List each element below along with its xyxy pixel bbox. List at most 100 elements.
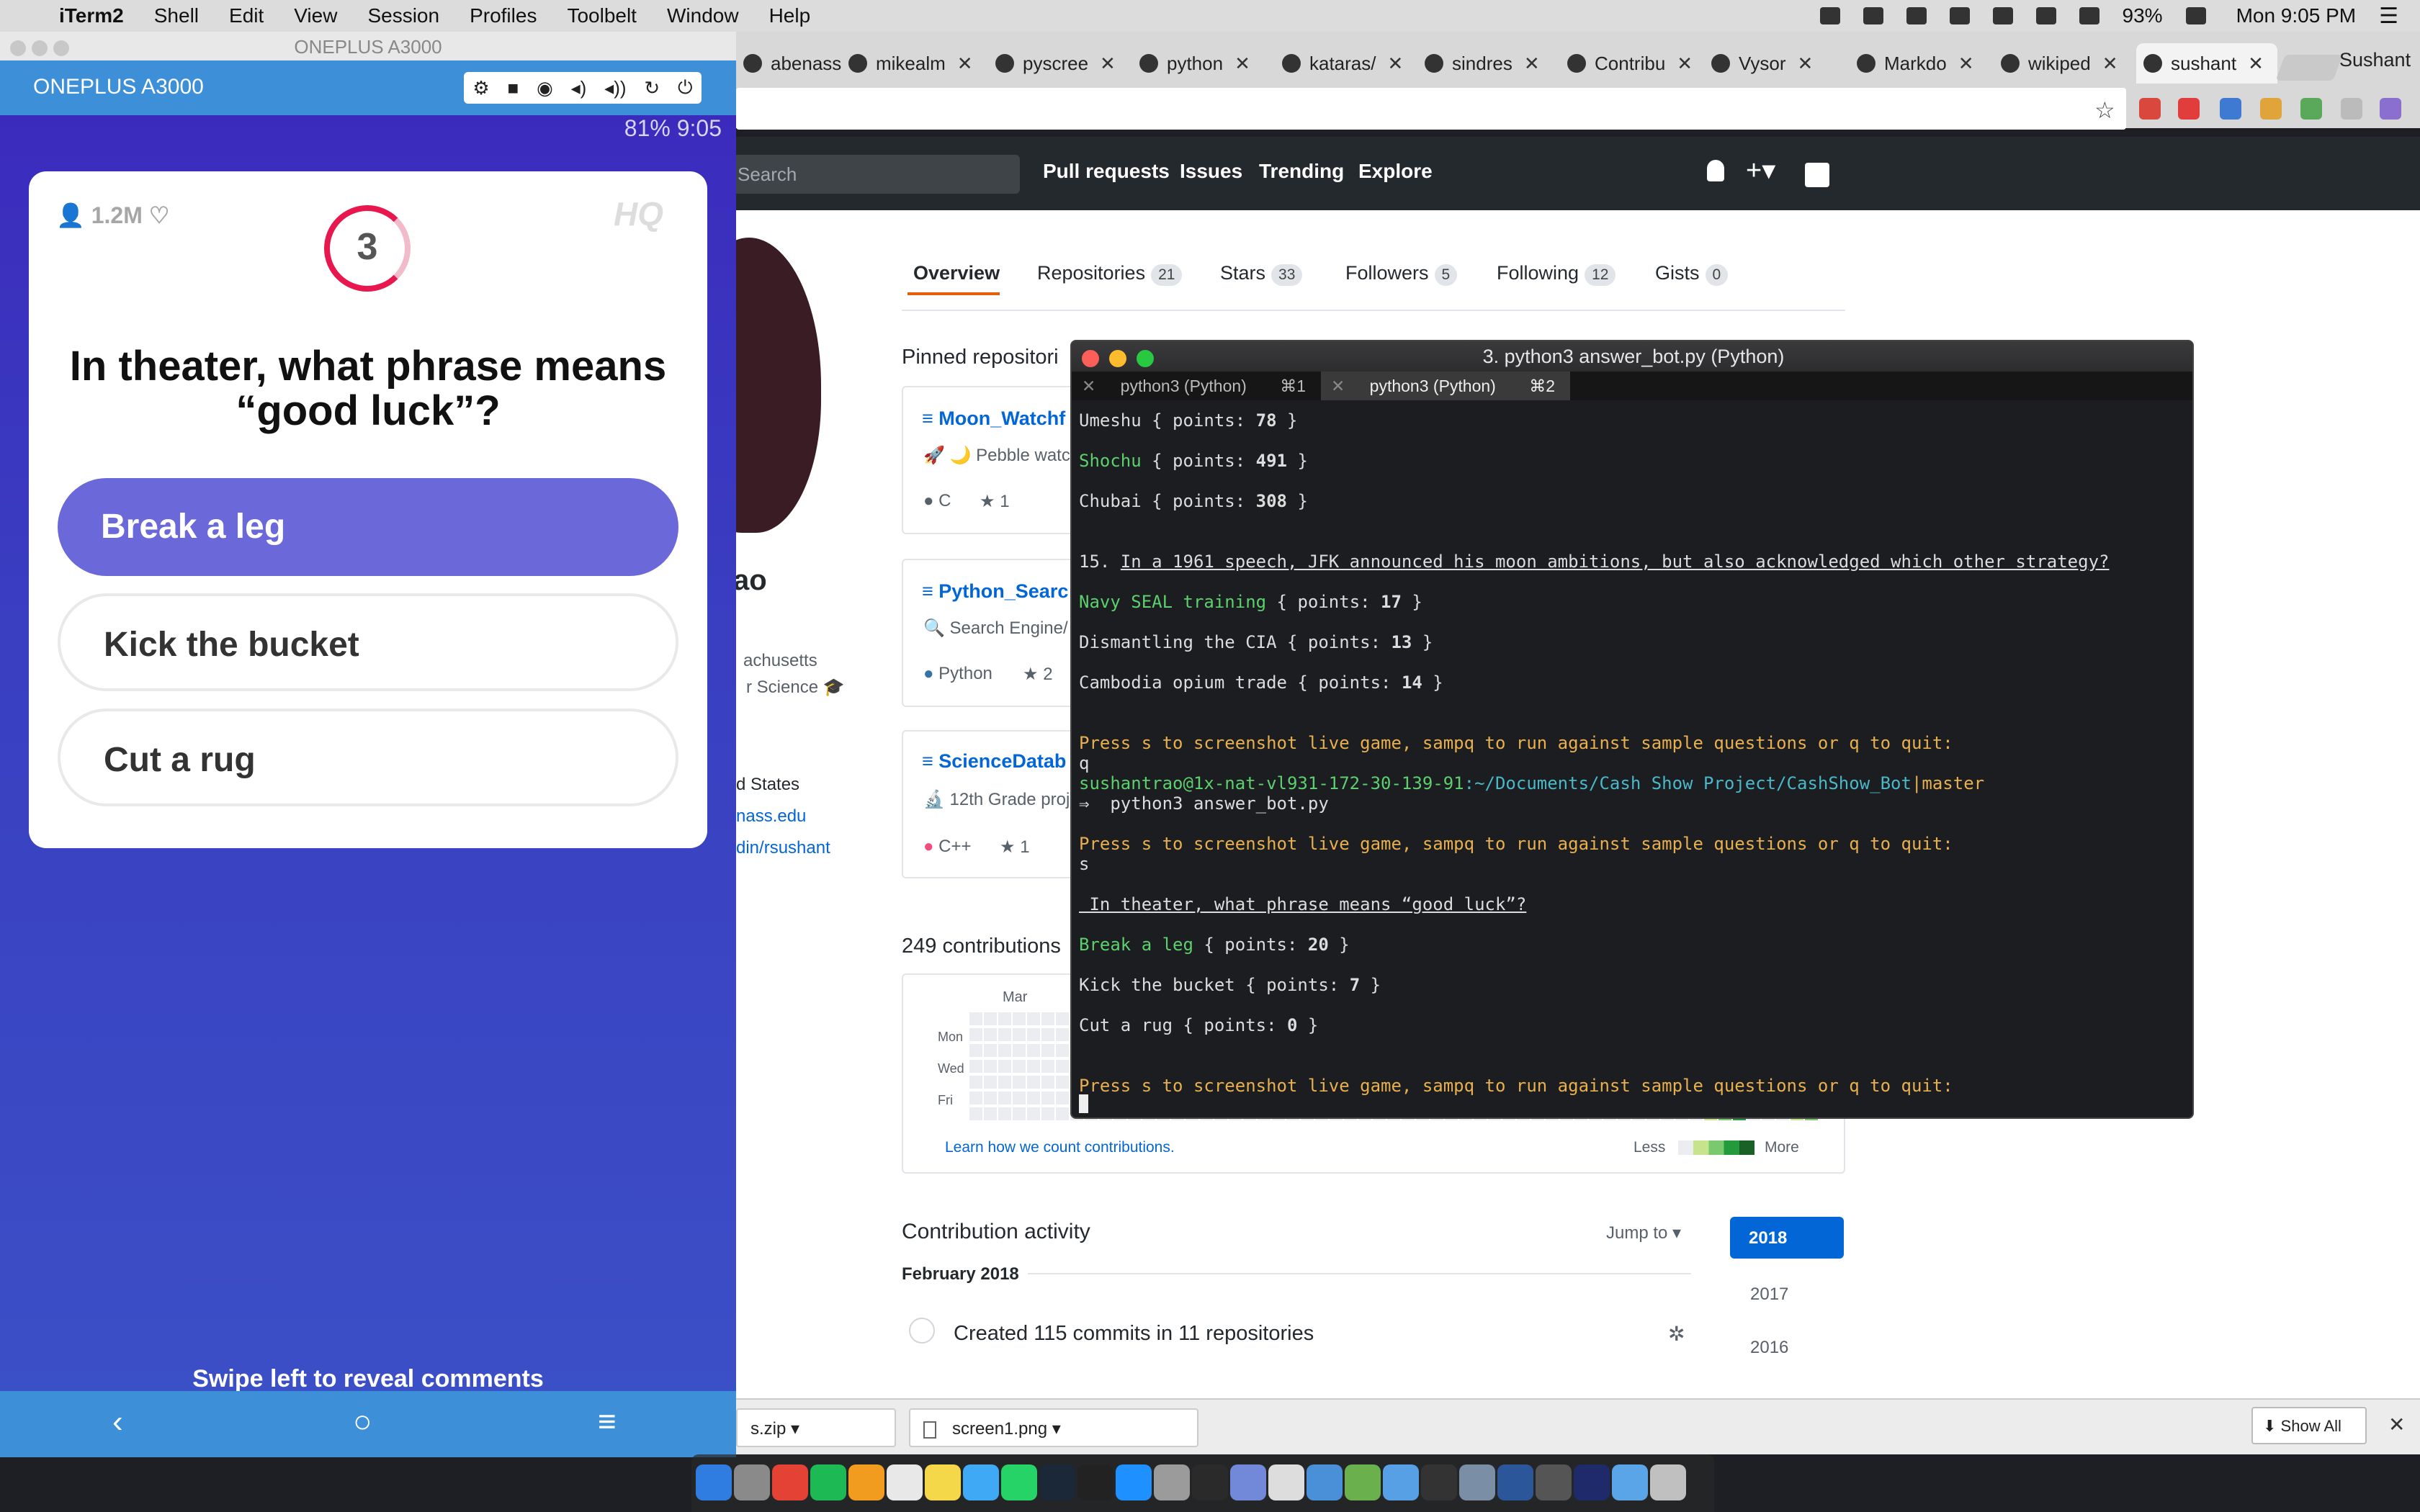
contribution-cell[interactable] — [969, 1076, 982, 1089]
expand-icon[interactable]: ✲ — [1668, 1322, 1685, 1346]
contribution-cell[interactable] — [1027, 1028, 1040, 1041]
github-nav-issues[interactable]: Issues — [1180, 160, 1242, 183]
menu-shell[interactable]: Shell — [154, 4, 199, 27]
close-window-icon[interactable] — [10, 40, 26, 56]
close-tab-icon[interactable]: ✕ — [2102, 53, 2118, 75]
battery-icon[interactable] — [2185, 7, 2206, 24]
contribution-cell[interactable] — [984, 1028, 997, 1041]
new-tab-button[interactable] — [2275, 55, 2343, 81]
dropbox-icon[interactable] — [1819, 7, 1840, 24]
zoom-window-icon[interactable] — [53, 40, 69, 56]
contribution-cell[interactable] — [1056, 1107, 1069, 1120]
word-icon[interactable] — [1497, 1464, 1533, 1500]
document-icon[interactable] — [1268, 1464, 1304, 1500]
battery-percent[interactable]: 93% — [2123, 4, 2163, 27]
menu-session[interactable]: Session — [367, 4, 439, 27]
menu-window[interactable]: Window — [667, 4, 739, 27]
contribution-cell[interactable] — [998, 1028, 1011, 1041]
settings-icon[interactable]: ⚙ — [472, 77, 489, 99]
github-nav-pull-requests[interactable]: Pull requests — [1043, 160, 1170, 183]
contribution-cell[interactable] — [1041, 1012, 1054, 1025]
github-nav-trending[interactable]: Trending — [1259, 160, 1344, 183]
contribution-cell[interactable] — [1027, 1060, 1040, 1073]
contribution-cell[interactable] — [1056, 1028, 1069, 1041]
contribution-cell[interactable] — [1013, 1092, 1026, 1104]
volume-down-icon[interactable]: ◂) — [571, 77, 587, 99]
contribution-cell[interactable] — [1056, 1092, 1069, 1104]
contribution-cell[interactable] — [984, 1044, 997, 1057]
terminal-icon[interactable] — [1077, 1464, 1113, 1500]
github-nav-explore[interactable]: Explore — [1358, 160, 1433, 183]
browser-tab[interactable]: Markdo ✕ — [1850, 43, 1991, 84]
spotify-icon[interactable] — [810, 1464, 846, 1500]
disk-utility-icon[interactable] — [1154, 1464, 1190, 1500]
extension-icon-colors[interactable] — [2260, 98, 2282, 120]
close-tab-icon[interactable]: ✕ — [1524, 53, 1540, 75]
user-avatar-menu[interactable] — [1805, 163, 1829, 187]
calendar-icon[interactable] — [887, 1464, 923, 1500]
contribution-cell[interactable] — [1041, 1044, 1054, 1057]
contribution-cell[interactable] — [1027, 1092, 1040, 1104]
contribution-cell[interactable] — [969, 1092, 982, 1104]
profile-linkedin-link[interactable]: din/rsushant — [736, 838, 830, 858]
contribution-cell[interactable] — [998, 1092, 1011, 1104]
contribution-cell[interactable] — [969, 1028, 982, 1041]
sync-icon[interactable] — [1906, 7, 1927, 24]
contribution-cell[interactable] — [998, 1107, 1011, 1120]
search-icon[interactable] — [1949, 7, 1970, 24]
profile-email-link[interactable]: nass.edu — [736, 806, 806, 827]
finder-icon[interactable] — [696, 1464, 732, 1500]
close-tab-icon[interactable]: ✕ — [1082, 377, 1095, 395]
close-tab-icon[interactable]: ✕ — [1798, 53, 1814, 75]
iterm-icon[interactable] — [1421, 1464, 1457, 1500]
extension-icon-grey[interactable] — [2341, 98, 2362, 120]
minimize-window-icon[interactable] — [32, 40, 48, 56]
browser-tab[interactable]: Vysor ✕ — [1704, 43, 1845, 84]
contribution-cell[interactable] — [1013, 1060, 1026, 1073]
answer-option[interactable]: Cut a rug — [58, 708, 678, 806]
downloads-folder-icon[interactable] — [1612, 1464, 1648, 1500]
adblock-icon[interactable] — [2178, 98, 2200, 120]
iterm-tab[interactable]: ✕ python3 (Python) ⌘1 — [1072, 372, 1321, 400]
extension-icon-green[interactable] — [2300, 98, 2322, 120]
activity-monitor-icon[interactable] — [1192, 1464, 1228, 1500]
browser-tab[interactable]: pyscree ✕ — [988, 43, 1129, 84]
sublime-icon[interactable] — [848, 1464, 884, 1500]
notifications-bell-icon[interactable] — [1707, 160, 1724, 181]
browser-tab[interactable]: sindres ✕ — [1417, 43, 1559, 84]
pinned-repo-name[interactable]: ≡ Python_Searc — [922, 580, 1068, 603]
close-downloads-icon[interactable]: ✕ — [2388, 1413, 2405, 1436]
contribution-cell[interactable] — [1056, 1012, 1069, 1025]
rotate-icon[interactable]: ↻ — [644, 77, 660, 99]
pinned-repo-stars[interactable]: ★ 1 — [1000, 837, 1030, 858]
pinned-repo-name[interactable]: ≡ Moon_Watchf — [922, 408, 1065, 430]
close-tab-icon[interactable]: ✕ — [1100, 53, 1116, 75]
steam-icon[interactable] — [1039, 1464, 1075, 1500]
close-tab-icon[interactable]: ✕ — [2248, 53, 2264, 75]
tab-followers[interactable]: Followers 5 — [1345, 262, 1458, 286]
contribution-cell[interactable] — [1027, 1012, 1040, 1025]
volume-up-icon[interactable]: ◂)) — [604, 77, 626, 99]
contribution-cell[interactable] — [1013, 1076, 1026, 1089]
menu-app-name[interactable]: iTerm2 — [59, 4, 124, 27]
bookmark-star-icon[interactable]: ☆ — [2094, 96, 2115, 124]
contribution-cell[interactable] — [1041, 1107, 1054, 1120]
server-icon[interactable] — [1459, 1464, 1495, 1500]
vysor-icon[interactable] — [1536, 1464, 1572, 1500]
contribution-cell[interactable] — [998, 1044, 1011, 1057]
answer-option[interactable]: Kick the bucket — [58, 593, 678, 691]
menu-clock[interactable]: Mon 9:05 PM — [2236, 4, 2357, 27]
shazam-icon[interactable] — [963, 1464, 999, 1500]
contribution-cell[interactable] — [969, 1044, 982, 1057]
contribution-cell[interactable] — [969, 1060, 982, 1073]
contribution-cell[interactable] — [1027, 1044, 1040, 1057]
wifi-icon[interactable] — [2035, 7, 2056, 24]
jump-to-dropdown[interactable]: Jump to ▾ — [1606, 1223, 1681, 1243]
contribution-cell[interactable] — [969, 1012, 982, 1025]
close-tab-icon[interactable]: ✕ — [1958, 53, 1974, 75]
contribution-cell[interactable] — [984, 1012, 997, 1025]
download-item[interactable]: s.zip ▾ — [736, 1408, 896, 1447]
notes-icon[interactable] — [925, 1464, 961, 1500]
tab-following[interactable]: Following 12 — [1497, 262, 1616, 286]
extension-icon-purple[interactable] — [2380, 98, 2401, 120]
